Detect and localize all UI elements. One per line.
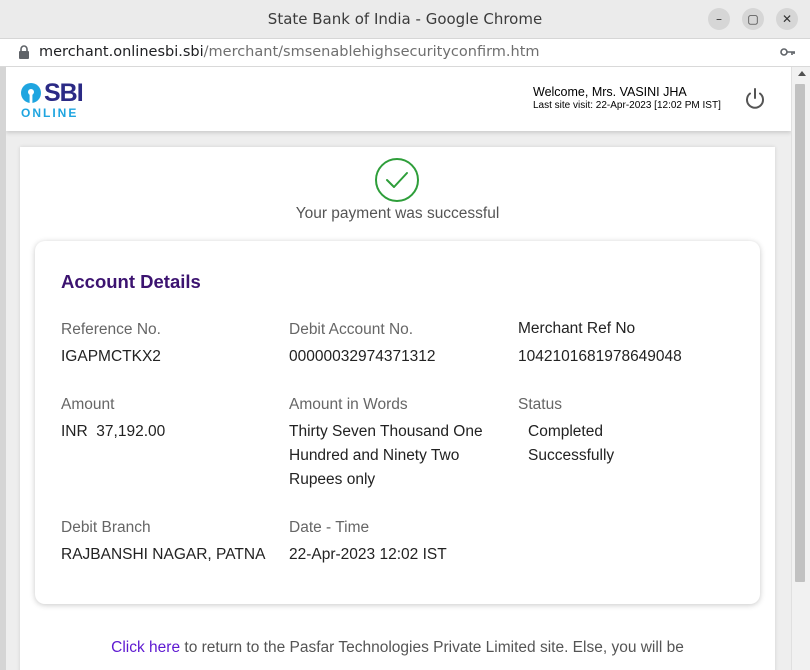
last-visit-text: Last site visit: 22-Apr-2023 [12:02 PM I… [533, 100, 721, 111]
amount-words-line: Hundred and Ninety Two [289, 447, 460, 464]
amount-words-line: Thirty Seven Thousand One [289, 423, 483, 440]
minimize-button[interactable]: – [708, 8, 730, 30]
close-button[interactable]: ✕ [776, 8, 798, 30]
reference-value: IGAPMCTKX2 [61, 348, 161, 365]
window-title: State Bank of India - Google Chrome [267, 10, 543, 28]
welcome-text: Welcome, Mrs. VASINI JHA [533, 85, 687, 99]
scroll-up-arrow-icon[interactable] [798, 71, 806, 76]
maximize-button[interactable]: ▢ [742, 8, 764, 30]
reference-label: Reference No. [61, 321, 161, 338]
debit-branch-label: Debit Branch [61, 519, 151, 536]
account-details-panel: Account Details Reference No. IGAPMCTKX2… [35, 241, 760, 604]
success-check-icon [375, 158, 419, 202]
amount-words-line: Rupees only [289, 471, 376, 488]
url-host: merchant.onlinesbi.sbi [39, 44, 204, 60]
payment-confirmation-card: Your payment was successful Account Deta… [20, 147, 775, 670]
lock-icon[interactable] [17, 45, 31, 59]
status-line: Successfully [528, 447, 615, 464]
logout-power-icon[interactable] [743, 87, 767, 111]
page-viewport: SBI ONLINE Welcome, Mrs. VASINI JHA Last… [6, 67, 791, 670]
page-scrollbar[interactable] [791, 67, 810, 670]
sbi-keyhole-icon [21, 83, 41, 104]
browser-titlebar: State Bank of India - Google Chrome – ▢ … [0, 0, 810, 39]
logo-sub-text: ONLINE [21, 106, 79, 120]
url-text[interactable]: merchant.onlinesbi.sbi/merchant/smsenabl… [39, 44, 540, 60]
date-time-value: 22-Apr-2023 12:02 IST [289, 546, 447, 563]
status-label: Status [518, 396, 562, 413]
url-path: /merchant/smsenablehighsecurityconfirm.h… [203, 44, 540, 60]
click-here-link[interactable]: Click here [111, 639, 180, 656]
amount-words-label: Amount in Words [289, 396, 408, 413]
scrollbar-thumb[interactable] [795, 84, 805, 582]
amount-value: INR 37,192.00 [61, 423, 166, 440]
return-message: Click here to return to the Pasfar Techn… [20, 639, 775, 657]
merchant-ref-value: 104210168197864904​8 [518, 348, 682, 365]
payment-success-message: Your payment was successful [295, 205, 500, 222]
account-details-title: Account Details [61, 271, 201, 292]
sbi-logo[interactable]: SBI ONLINE [20, 79, 90, 120]
return-message-text: to return to the Pasfar Technologies Pri… [180, 639, 684, 656]
merchant-ref-label: Merchant Ref No [518, 320, 636, 337]
debit-account-value: 00000032974371312 [289, 348, 436, 365]
amount-label: Amount [61, 396, 115, 413]
site-header: SBI ONLINE Welcome, Mrs. VASINI JHA Last… [6, 67, 791, 131]
logo-main-text: SBI [44, 79, 84, 107]
status-line: Completed [528, 423, 603, 440]
status-value: Completed Successfully [528, 420, 614, 468]
address-bar[interactable]: merchant.onlinesbi.sbi/merchant/smsenabl… [0, 39, 810, 67]
amount-words-value: Thirty Seven Thousand One Hundred and Ni… [289, 420, 483, 492]
debit-account-label: Debit Account No. [289, 321, 414, 338]
date-time-label: Date - Time [289, 519, 370, 536]
key-icon[interactable] [780, 45, 796, 59]
debit-branch-value: RAJBANSHI NAGAR, PATNA [61, 546, 266, 563]
